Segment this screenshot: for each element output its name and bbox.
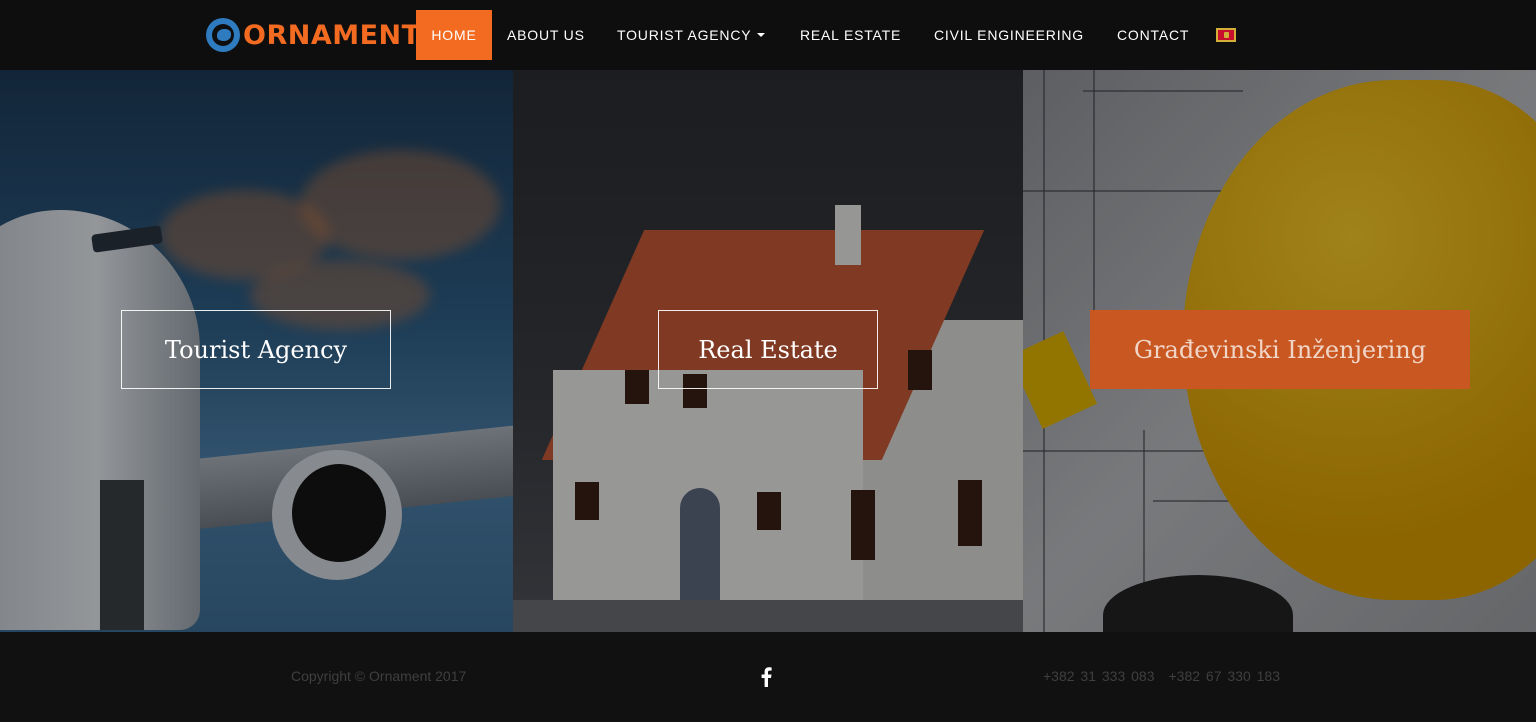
civil-engineering-button[interactable]: Građevinski Inženjering bbox=[1090, 310, 1470, 389]
nav-real-estate[interactable]: REAL ESTATE bbox=[800, 10, 901, 60]
nav-contact[interactable]: CONTACT bbox=[1117, 10, 1189, 60]
ornament-logo-icon bbox=[206, 18, 240, 52]
phone-number[interactable]: +382 67 330 183 bbox=[1169, 668, 1281, 684]
hero-panel-civil-engineering[interactable]: Građevinski Inženjering bbox=[1023, 70, 1536, 632]
nav-tourist-agency[interactable]: TOURIST AGENCY bbox=[617, 10, 766, 60]
footer: Copyright © Ornament 2017 +382 31 333 08… bbox=[0, 632, 1536, 722]
tourist-agency-button[interactable]: Tourist Agency bbox=[121, 310, 391, 389]
nav-home[interactable]: HOME bbox=[416, 10, 492, 60]
flag-emblem bbox=[1224, 32, 1229, 38]
nav-civil-engineering[interactable]: CIVIL ENGINEERING bbox=[934, 10, 1084, 60]
navbar: ORNAMENT HOME ABOUT US TOURIST AGENCY RE… bbox=[0, 0, 1536, 70]
real-estate-button[interactable]: Real Estate bbox=[658, 310, 878, 389]
caret-down-icon bbox=[757, 33, 766, 38]
phone-number[interactable]: +382 31 333 083 bbox=[1043, 668, 1155, 684]
hero-panel-real-estate[interactable]: Real Estate bbox=[513, 70, 1023, 632]
facebook-icon[interactable] bbox=[760, 667, 772, 687]
logo-text: ORNAMENT bbox=[243, 19, 421, 51]
nav-about-us[interactable]: ABOUT US bbox=[507, 10, 585, 60]
phone-numbers: +382 31 333 083 +382 67 330 183 bbox=[1043, 668, 1280, 684]
montenegro-flag-icon[interactable] bbox=[1216, 28, 1236, 42]
logo[interactable]: ORNAMENT bbox=[206, 17, 421, 53]
copyright-text: Copyright © Ornament 2017 bbox=[291, 668, 467, 684]
nav-tourist-agency-label: TOURIST AGENCY bbox=[617, 27, 752, 43]
hero-panel-tourist-agency[interactable]: Tourist Agency bbox=[0, 70, 513, 632]
